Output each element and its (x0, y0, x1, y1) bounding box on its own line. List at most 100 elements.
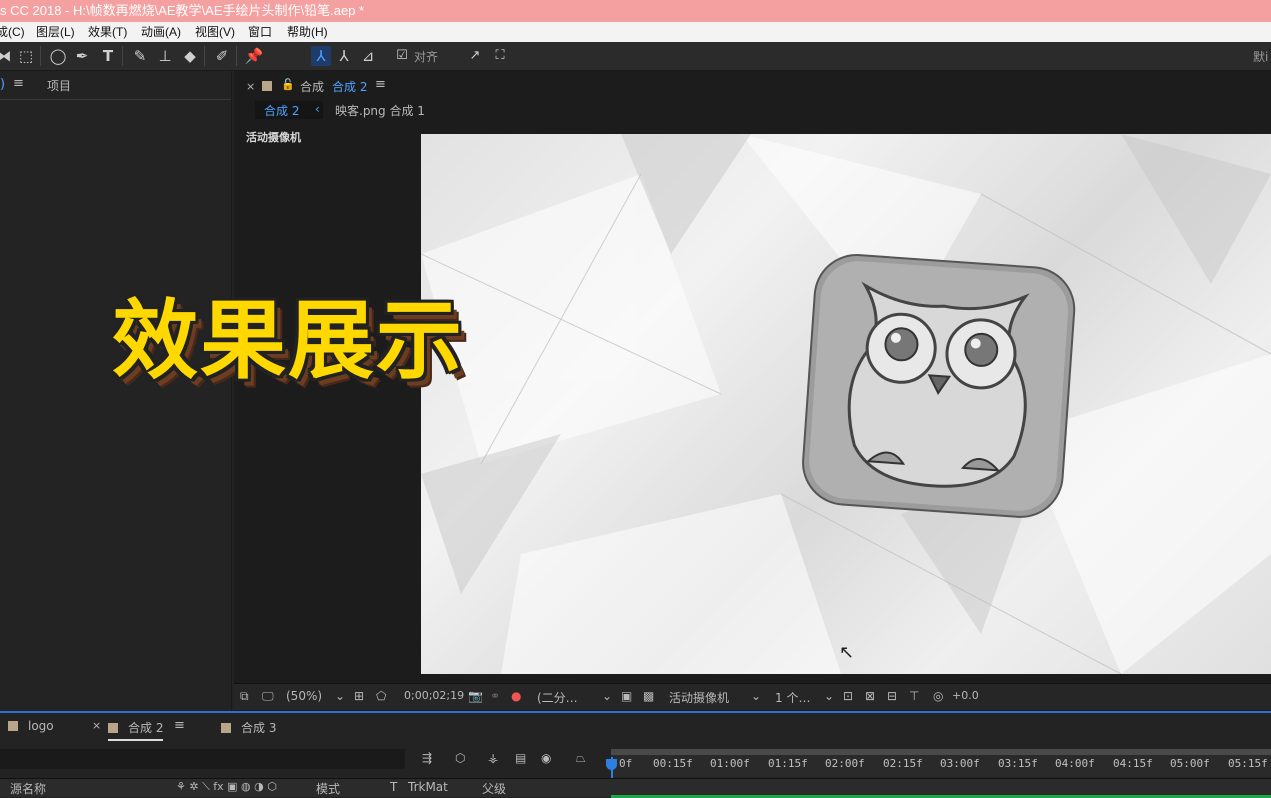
comp-mini-flowchart-icon[interactable]: ⇶ (422, 751, 432, 765)
tab-project[interactable]: 项目 (47, 77, 71, 94)
panel-menu-icon[interactable]: ≡ (375, 77, 386, 92)
timeline-search-input[interactable] (0, 749, 405, 769)
flowchart-icon[interactable]: ⊤ (909, 689, 919, 703)
menu-item-composition[interactable]: 成(C) (0, 22, 25, 42)
tab-comp-2-timeline[interactable]: 合成 2 (108, 719, 164, 741)
playhead-handle[interactable] (606, 759, 617, 770)
panel-menu-icon[interactable]: ≡ (174, 718, 185, 733)
view-axis-icon[interactable]: ⊿ (358, 46, 378, 66)
world-axis-icon[interactable]: ⅄ (334, 46, 354, 66)
ruler-tick: 04:15f (1113, 757, 1153, 770)
pen-tool-icon[interactable]: ✒ (72, 46, 92, 66)
tools-panel: ⧓ ⬚ ◯ ✒ T ✎ ⊥ ◆ ✐ 📌 ⅄ ⅄ ⊿ ☑ 对齐 ↗ ⛶ 默i (0, 42, 1271, 71)
breadcrumb-active[interactable]: 合成 2 ‹ (255, 101, 323, 119)
time-ruler[interactable]: 0f 00:15f 01:00f 01:15f 02:00f 02:15f 03… (611, 749, 1271, 777)
ruler-tick: 04:00f (1055, 757, 1095, 770)
header-parent[interactable]: 父级 (482, 780, 506, 797)
toolbar-divider (122, 46, 123, 66)
fast-preview-icon[interactable]: ⊠ (865, 689, 875, 703)
local-axis-icon[interactable]: ⅄ (311, 46, 331, 66)
tab-comp-2[interactable]: 合成 2 (332, 78, 367, 95)
panel-menu-icon[interactable]: ≡ (13, 76, 24, 91)
toolbar-divider (204, 46, 205, 66)
overlay-title: 效果展示 (112, 291, 464, 391)
menu-item-help[interactable]: 帮助(H) (287, 22, 328, 42)
exposure-value[interactable]: +0.0 (952, 689, 979, 702)
tab-effect-controls[interactable]: ) (0, 77, 5, 92)
menu-item-view[interactable]: 视图(V) (195, 22, 235, 42)
title-bar: s CC 2018 - H:\帧数再燃烧\AE教学\AE手绘片头制作\铅笔.ae… (0, 0, 1271, 22)
composition-viewer[interactable]: ↖ (421, 134, 1271, 674)
tab-comp-3[interactable]: 合成 3 (221, 719, 276, 736)
breadcrumb-comp-1[interactable]: 映客.png 合成 1 (335, 102, 425, 119)
ruler-tick: 0f (619, 757, 633, 770)
tab-logo[interactable]: logo (8, 719, 54, 733)
toggle-pixel-aspect-icon[interactable]: ⊡ (843, 689, 853, 703)
snap-label: 对齐 (414, 50, 439, 64)
chevron-down-icon: ⌄ (751, 689, 762, 703)
tab-comp-2-label: 合成 2 (128, 721, 164, 735)
eraser-tool-icon[interactable]: ◆ (180, 46, 200, 66)
close-icon[interactable]: × (246, 80, 255, 93)
region-of-interest-icon[interactable]: ▣ (621, 689, 632, 703)
text-tool-icon[interactable]: T (98, 46, 118, 66)
shy-layers-icon[interactable]: ⚶ (488, 751, 498, 765)
views-dropdown[interactable]: 1 个… (775, 689, 810, 706)
project-panel-tabs: ) ≡ 项目 (0, 71, 231, 100)
ruler-tick: 05:00f (1170, 757, 1210, 770)
ellipse-tool-icon[interactable]: ◯ (48, 46, 68, 66)
snapshot-icon[interactable]: 📷 (468, 689, 483, 703)
label-swatch (108, 723, 118, 733)
chevron-left-icon: ‹ (315, 102, 320, 116)
zoom-dropdown[interactable]: (50%) (286, 689, 322, 703)
pan-behind-icon[interactable]: ⧓ (0, 46, 14, 66)
motion-blur-icon[interactable]: ◉ (541, 751, 551, 765)
ruler-tick: 01:15f (768, 757, 808, 770)
monitor-icon[interactable]: 🖵 (262, 689, 274, 704)
snap-checkbox-icon[interactable]: ☑ (392, 46, 412, 66)
work-area-bar[interactable] (611, 749, 1271, 755)
mask-visibility-icon[interactable]: ⬠ (376, 689, 386, 703)
toolbar-divider (236, 46, 237, 66)
menu-item-layer[interactable]: 图层(L) (36, 22, 75, 42)
resolution-dropdown[interactable]: (二分… (537, 689, 578, 706)
grid-guides-icon[interactable]: ⊞ (354, 689, 364, 703)
frame-blending-icon[interactable]: ▤ (515, 751, 526, 765)
project-panel: ) ≡ 项目 (0, 71, 232, 711)
region-select-icon[interactable]: ⬚ (16, 46, 36, 66)
graph-editor-icon[interactable]: ⏢ (576, 751, 586, 766)
current-timecode[interactable]: 0;00;02;19 (404, 689, 464, 702)
transparency-grid-icon[interactable]: ▩ (643, 689, 654, 703)
header-trkmat[interactable]: TrkMat (408, 780, 448, 794)
ruler-tick: 01:00f (710, 757, 750, 770)
snap-features-icon[interactable]: ⛶ (490, 46, 510, 66)
puppet-pin-icon[interactable]: 📌 (244, 46, 264, 66)
lock-icon[interactable]: 🔓 (281, 78, 295, 91)
reset-exposure-icon[interactable]: ◎ (933, 689, 943, 703)
always-preview-icon[interactable]: ⧉ (240, 689, 249, 704)
timeline-icon[interactable]: ⊟ (887, 689, 897, 703)
close-icon[interactable]: × (92, 719, 101, 732)
menu-item-window[interactable]: 窗口 (248, 22, 272, 42)
brush-tool-icon[interactable]: ✎ (130, 46, 150, 66)
menu-item-animation[interactable]: 动画(A) (141, 22, 181, 42)
label-swatch (221, 723, 231, 733)
header-source-name[interactable]: 源名称 (10, 780, 46, 797)
ruler-tick: 02:00f (825, 757, 865, 770)
workspace-label[interactable]: 默i (1253, 48, 1268, 65)
clone-stamp-icon[interactable]: ⊥ (155, 46, 175, 66)
menu-item-effect[interactable]: 效果(T) (88, 22, 127, 42)
snap-edges-icon[interactable]: ↗ (465, 46, 485, 66)
roto-brush-icon[interactable]: ✐ (212, 46, 232, 66)
header-mode[interactable]: 模式 (316, 780, 340, 797)
camera-dropdown[interactable]: 活动摄像机 (669, 689, 729, 706)
channel-icon[interactable]: ● (511, 689, 521, 703)
header-t[interactable]: T (390, 780, 397, 794)
label-swatch (8, 721, 18, 731)
composition-panel: × 🔓 合成 合成 2 ≡ 合成 2 ‹ 映客.png 合成 1 活动摄像机 ↖… (234, 71, 1271, 711)
draft-3d-icon[interactable]: ⬡ (455, 751, 465, 765)
show-snapshot-icon[interactable]: ⚭ (490, 689, 500, 703)
ruler-tick: 02:15f (883, 757, 923, 770)
breadcrumb-comp-2[interactable]: 合成 2 (264, 102, 299, 119)
chevron-down-icon: ⌄ (335, 689, 346, 703)
